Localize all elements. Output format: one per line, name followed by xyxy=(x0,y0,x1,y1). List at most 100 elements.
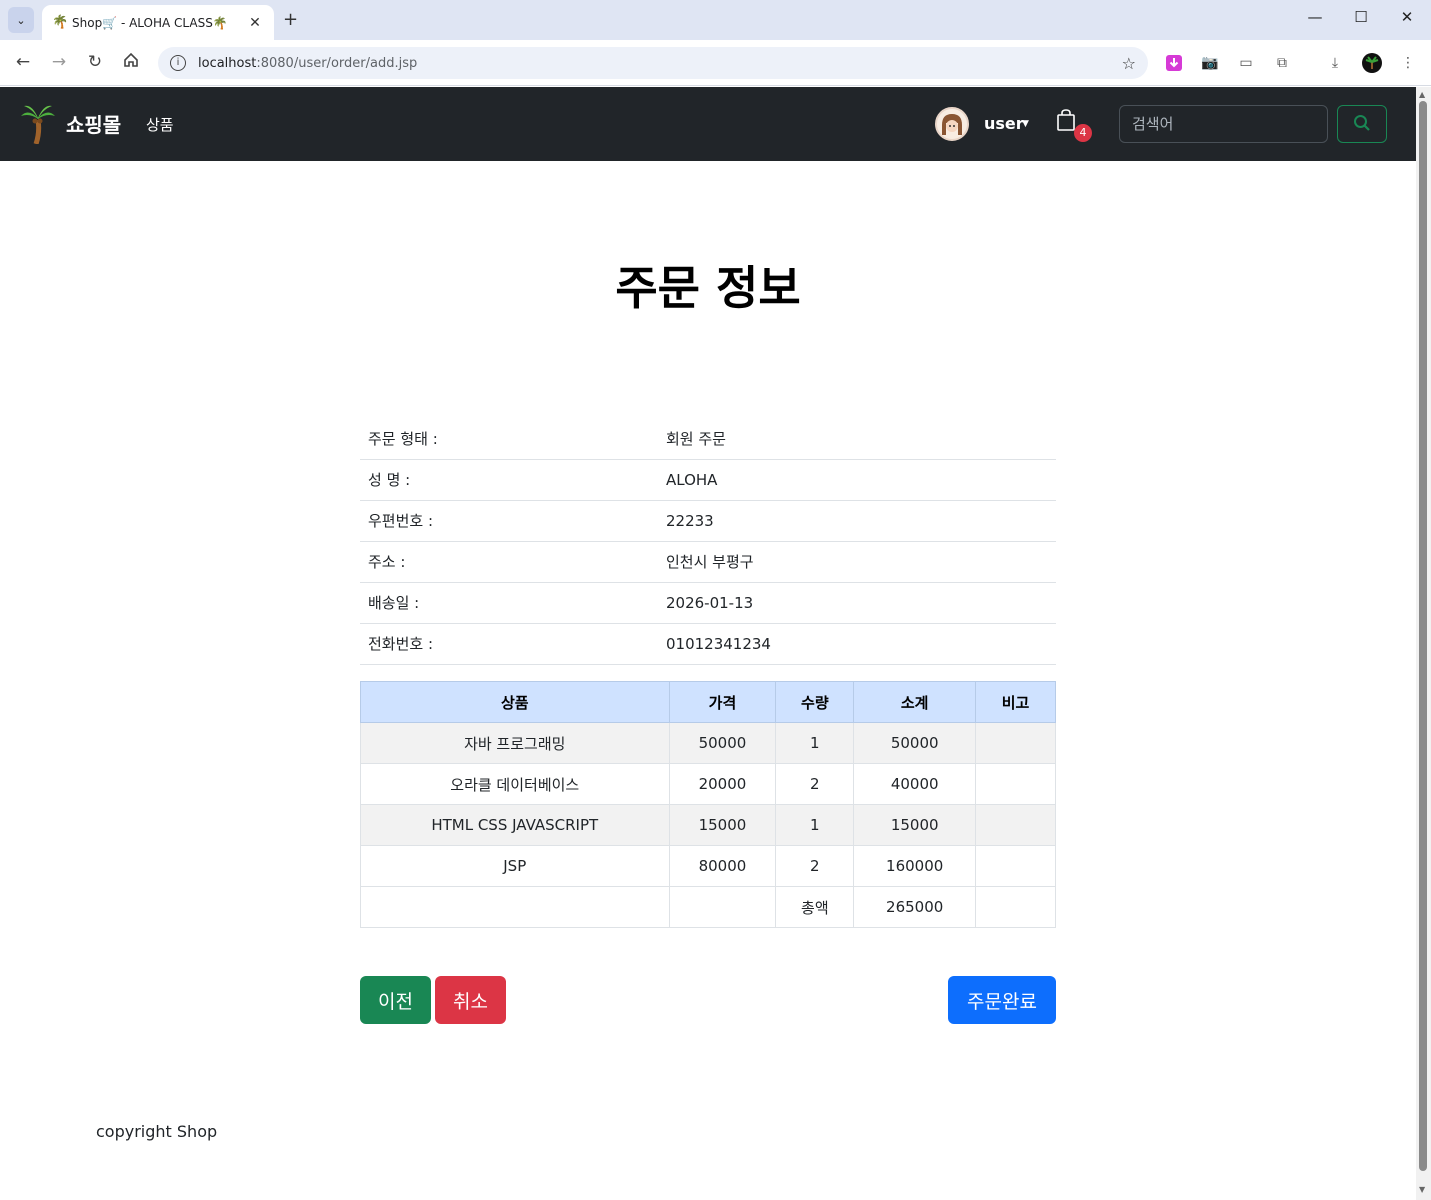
minimize-icon[interactable]: — xyxy=(1300,8,1330,26)
complete-order-button[interactable]: 주문완료 xyxy=(948,976,1056,1024)
order-info-table: 주문 형태 : 회원 주문 성 명 : ALOHA 우편번호 : 22233 주… xyxy=(360,418,1056,665)
tab-search-button[interactable]: ⌄ xyxy=(8,7,34,33)
info-row-address: 주소 : 인천시 부평구 xyxy=(360,541,1056,583)
cell-subtotal: 50000 xyxy=(853,722,977,764)
info-row-name: 성 명 : ALOHA xyxy=(360,459,1056,501)
page-scrollbar[interactable]: ▲ ▼ xyxy=(1416,87,1431,1200)
scroll-down-icon[interactable]: ▼ xyxy=(1419,1185,1425,1194)
info-row-delivery-date: 배송일 : 2026-01-13 xyxy=(360,582,1056,624)
info-value: ALOHA xyxy=(658,459,1056,501)
search-button[interactable] xyxy=(1337,105,1387,143)
info-label: 주소 : xyxy=(360,541,658,583)
info-label: 성 명 : xyxy=(360,459,658,501)
cell-subtotal: 40000 xyxy=(853,763,977,805)
cell-subtotal: 160000 xyxy=(853,845,977,887)
total-value: 265000 xyxy=(853,886,977,928)
back-icon[interactable]: ← xyxy=(11,52,35,72)
window-close-icon[interactable]: ✕ xyxy=(1392,8,1422,26)
column-header-product: 상품 xyxy=(360,681,670,723)
site-navbar: 쇼핑몰 상품 user ▼ 4 xyxy=(0,87,1416,161)
info-label: 주문 형태 : xyxy=(360,418,658,460)
info-value: 22233 xyxy=(658,500,1056,542)
cell-product: JSP xyxy=(360,845,670,887)
cell-note xyxy=(975,763,1056,805)
new-tab-icon[interactable]: + xyxy=(283,9,298,30)
search-icon xyxy=(1353,114,1371,135)
cell-price: 15000 xyxy=(668,804,777,846)
table-row: JSP 80000 2 160000 xyxy=(360,845,1056,887)
info-value: 2026-01-13 xyxy=(658,582,1056,624)
scroll-thumb[interactable] xyxy=(1419,101,1427,1171)
info-label: 배송일 : xyxy=(360,582,658,624)
table-row: HTML CSS JAVASCRIPT 15000 1 15000 xyxy=(360,804,1056,846)
user-menu-toggle[interactable]: user xyxy=(984,114,1024,133)
extensions-puzzle-icon[interactable]: ⧉ xyxy=(1271,52,1293,74)
palm-tree-logo-icon[interactable] xyxy=(20,104,56,145)
address-bar[interactable]: i localhost:8080/user/order/add.jsp ☆ xyxy=(158,47,1148,79)
download-extension-icon[interactable] xyxy=(1163,52,1185,74)
cell-subtotal: 15000 xyxy=(853,804,977,846)
total-label: 총액 xyxy=(775,886,855,928)
cell-note xyxy=(975,845,1056,887)
cell-empty xyxy=(360,886,670,928)
page-title: 주문 정보 xyxy=(615,261,801,315)
cell-empty xyxy=(975,886,1056,928)
tab-title: Shop🛒 - ALOHA CLASS🌴 xyxy=(72,15,228,30)
prev-button[interactable]: 이전 xyxy=(360,976,431,1024)
nav-link-products[interactable]: 상품 xyxy=(146,114,174,135)
order-items-table: 상품 가격 수량 소계 비고 자바 프로그래밍 50000 1 50000 오라… xyxy=(360,681,1056,928)
table-header-row: 상품 가격 수량 소계 비고 xyxy=(360,681,1056,723)
cell-quantity: 2 xyxy=(775,845,855,887)
search-input[interactable] xyxy=(1119,105,1328,143)
cell-product: HTML CSS JAVASCRIPT xyxy=(360,804,670,846)
url-text: localhost:8080/user/order/add.jsp xyxy=(198,55,418,71)
column-header-subtotal: 소계 xyxy=(853,681,977,723)
browser-tabstrip: ⌄ 🌴 Shop🛒 - ALOHA CLASS🌴 ✕ + — ☐ ✕ xyxy=(0,0,1431,40)
table-row: 자바 프로그래밍 50000 1 50000 xyxy=(360,722,1056,764)
cell-note xyxy=(975,804,1056,846)
scroll-up-icon[interactable]: ▲ xyxy=(1419,90,1425,99)
column-header-note: 비고 xyxy=(975,681,1056,723)
info-row-phone: 전화번호 : 01012341234 xyxy=(360,623,1056,665)
site-info-icon[interactable]: i xyxy=(170,55,186,71)
info-label: 전화번호 : xyxy=(360,623,658,665)
cell-price: 20000 xyxy=(668,763,777,805)
cell-quantity: 1 xyxy=(775,722,855,764)
info-value: 회원 주문 xyxy=(658,418,1056,460)
downloads-icon[interactable]: ⤓ xyxy=(1324,52,1346,74)
reload-icon[interactable]: ↻ xyxy=(83,52,107,72)
cell-quantity: 2 xyxy=(775,763,855,805)
table-row: 오라클 데이터베이스 20000 2 40000 xyxy=(360,763,1056,805)
footer-copyright: copyright Shop xyxy=(96,1122,218,1141)
browser-toolbar: ← → ↻ i localhost:8080/user/order/add.js… xyxy=(0,40,1431,86)
brand-name[interactable]: 쇼핑몰 xyxy=(66,109,121,138)
caret-down-icon[interactable]: ▼ xyxy=(1022,119,1029,129)
table-total-row: 총액 265000 xyxy=(360,886,1056,928)
camera-extension-icon[interactable]: 📷 xyxy=(1199,52,1221,74)
browser-tab[interactable]: 🌴 Shop🛒 - ALOHA CLASS🌴 ✕ xyxy=(42,5,274,40)
cell-empty xyxy=(668,886,777,928)
cancel-button[interactable]: 취소 xyxy=(435,976,506,1024)
tab-close-icon[interactable]: ✕ xyxy=(246,15,264,31)
cell-price: 80000 xyxy=(668,845,777,887)
cell-note xyxy=(975,722,1056,764)
info-value: 인천시 부평구 xyxy=(658,541,1056,583)
column-header-price: 가격 xyxy=(668,681,777,723)
bookmark-star-icon[interactable]: ☆ xyxy=(1122,54,1136,73)
user-avatar[interactable] xyxy=(935,107,969,141)
cell-quantity: 1 xyxy=(775,804,855,846)
info-label: 우편번호 : xyxy=(360,500,658,542)
maximize-icon[interactable]: ☐ xyxy=(1346,8,1376,26)
home-icon[interactable] xyxy=(119,52,143,73)
info-value: 01012341234 xyxy=(658,623,1056,665)
cell-product: 자바 프로그래밍 xyxy=(360,722,670,764)
column-header-quantity: 수량 xyxy=(775,681,855,723)
profile-avatar-icon[interactable] xyxy=(1361,52,1383,74)
info-row-order-type: 주문 형태 : 회원 주문 xyxy=(360,418,1056,460)
forward-icon[interactable]: → xyxy=(47,52,71,72)
info-row-zipcode: 우편번호 : 22233 xyxy=(360,500,1056,542)
browser-menu-icon[interactable]: ⋮ xyxy=(1397,52,1419,74)
cast-extension-icon[interactable]: ▭ xyxy=(1235,52,1257,74)
cell-price: 50000 xyxy=(668,722,777,764)
palm-favicon-icon: 🌴 xyxy=(52,15,69,30)
